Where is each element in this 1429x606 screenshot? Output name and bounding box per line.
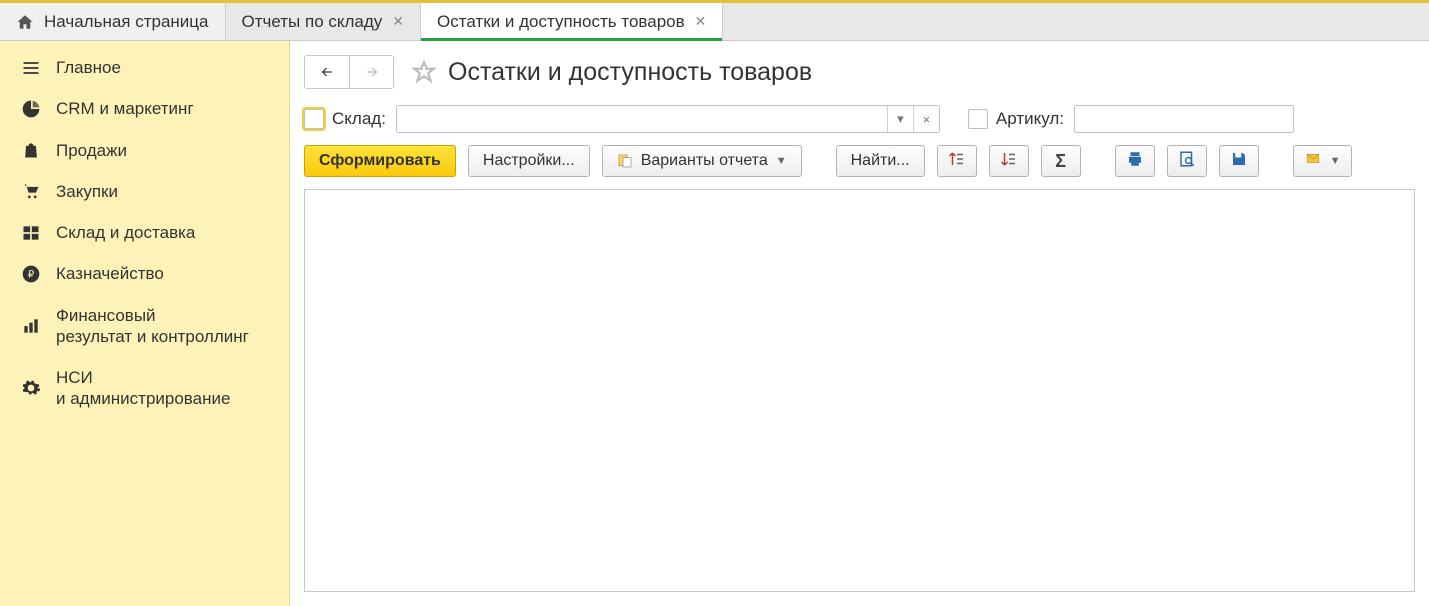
sidebar-item-treasury[interactable]: ₽ Казначейство xyxy=(0,253,289,294)
report-icon xyxy=(617,153,633,169)
preview-button[interactable] xyxy=(1167,145,1207,177)
chevron-down-icon: ▼ xyxy=(776,155,787,167)
piechart-icon xyxy=(18,99,44,119)
warehouse-filter-label: Склад: xyxy=(332,109,386,129)
sigma-icon: Σ xyxy=(1055,151,1066,172)
sku-input[interactable] xyxy=(1074,105,1294,133)
warehouse-combo: ▾ × xyxy=(396,105,940,133)
sku-filter-label: Артикул: xyxy=(996,109,1064,129)
warehouse-filter-checkbox[interactable] xyxy=(304,109,324,129)
sidebar-item-label: Склад и доставка xyxy=(56,222,275,243)
favorite-button[interactable] xyxy=(408,56,440,88)
sidebar-item-sales[interactable]: Продажи xyxy=(0,130,289,171)
sidebar-item-label: Продажи xyxy=(56,140,275,161)
email-button[interactable]: ▼ xyxy=(1293,145,1352,177)
tab-home-label: Начальная страница xyxy=(44,12,209,32)
bag-icon xyxy=(18,140,44,160)
sidebar-item-label: Закупки xyxy=(56,181,275,202)
ruble-icon: ₽ xyxy=(18,264,44,284)
nav-back-button[interactable] xyxy=(305,56,349,88)
sidebar: Главное CRM и маркетинг Продажи Закупки xyxy=(0,41,290,606)
save-button[interactable] xyxy=(1219,145,1259,177)
sidebar-item-crm[interactable]: CRM и маркетинг xyxy=(0,88,289,129)
cart-icon xyxy=(18,181,44,201)
page-title: Остатки и доступность товаров xyxy=(448,58,812,87)
home-icon xyxy=(16,13,34,31)
sidebar-item-label: Финансовый результат и контроллинг xyxy=(56,305,275,348)
find-button[interactable]: Найти... xyxy=(836,145,925,177)
collapse-all-button[interactable] xyxy=(989,145,1029,177)
tab-home[interactable]: Начальная страница xyxy=(0,3,226,40)
collapse-icon xyxy=(1000,150,1018,173)
nav-forward-button[interactable] xyxy=(349,56,393,88)
chevron-down-icon: ▼ xyxy=(1330,155,1341,167)
sidebar-item-main[interactable]: Главное xyxy=(0,47,289,88)
menu-icon xyxy=(18,58,44,78)
settings-button-label: Настройки... xyxy=(483,152,575,170)
report-output-area[interactable] xyxy=(304,189,1415,592)
generate-button[interactable]: Сформировать xyxy=(304,145,456,177)
tabs-bar: Начальная страница Отчеты по складу ✕ Ос… xyxy=(0,3,1429,41)
print-button[interactable] xyxy=(1115,145,1155,177)
sidebar-item-label: Казначейство xyxy=(56,263,275,284)
mail-icon xyxy=(1304,152,1322,171)
tab-current-label: Остатки и доступность товаров xyxy=(437,12,685,32)
sidebar-item-warehouse[interactable]: Склад и доставка xyxy=(0,212,289,253)
barchart-icon xyxy=(18,316,44,336)
sidebar-item-admin[interactable]: НСИ и администрирование xyxy=(0,357,289,420)
save-icon xyxy=(1230,150,1248,173)
warehouse-input[interactable] xyxy=(397,106,887,132)
toolbar: Сформировать Настройки... Варианты отчет… xyxy=(290,137,1429,189)
tab-reports-label: Отчеты по складу xyxy=(242,12,383,32)
generate-button-label: Сформировать xyxy=(319,152,441,170)
svg-text:₽: ₽ xyxy=(28,269,35,280)
gear-icon xyxy=(18,378,44,398)
sum-button[interactable]: Σ xyxy=(1041,145,1081,177)
sidebar-item-label: CRM и маркетинг xyxy=(56,98,275,119)
tab-stock-availability[interactable]: Остатки и доступность товаров ✕ xyxy=(421,3,723,40)
filter-row: Склад: ▾ × Артикул: xyxy=(290,95,1429,137)
main-panel: Остатки и доступность товаров Склад: ▾ ×… xyxy=(290,41,1429,606)
close-icon[interactable]: ✕ xyxy=(695,13,707,30)
clear-icon[interactable]: × xyxy=(913,106,939,132)
report-variants-label: Варианты отчета xyxy=(641,152,768,170)
title-row: Остатки и доступность товаров xyxy=(290,41,1429,95)
expand-all-button[interactable] xyxy=(937,145,977,177)
find-button-label: Найти... xyxy=(851,152,910,170)
sku-filter-checkbox[interactable] xyxy=(968,109,988,129)
expand-icon xyxy=(948,150,966,173)
sidebar-item-label: Главное xyxy=(56,57,275,78)
preview-icon xyxy=(1178,150,1196,173)
sidebar-item-label: НСИ и администрирование xyxy=(56,367,275,410)
dropdown-icon[interactable]: ▾ xyxy=(887,106,913,132)
sidebar-item-finance[interactable]: Финансовый результат и контроллинг xyxy=(0,295,289,358)
close-icon[interactable]: ✕ xyxy=(392,13,404,30)
tab-reports[interactable]: Отчеты по складу ✕ xyxy=(226,3,422,40)
nav-buttons xyxy=(304,55,394,89)
boxes-icon xyxy=(18,223,44,243)
report-variants-button[interactable]: Варианты отчета ▼ xyxy=(602,145,802,177)
sidebar-item-purchases[interactable]: Закупки xyxy=(0,171,289,212)
print-icon xyxy=(1126,150,1144,173)
settings-button[interactable]: Настройки... xyxy=(468,145,590,177)
